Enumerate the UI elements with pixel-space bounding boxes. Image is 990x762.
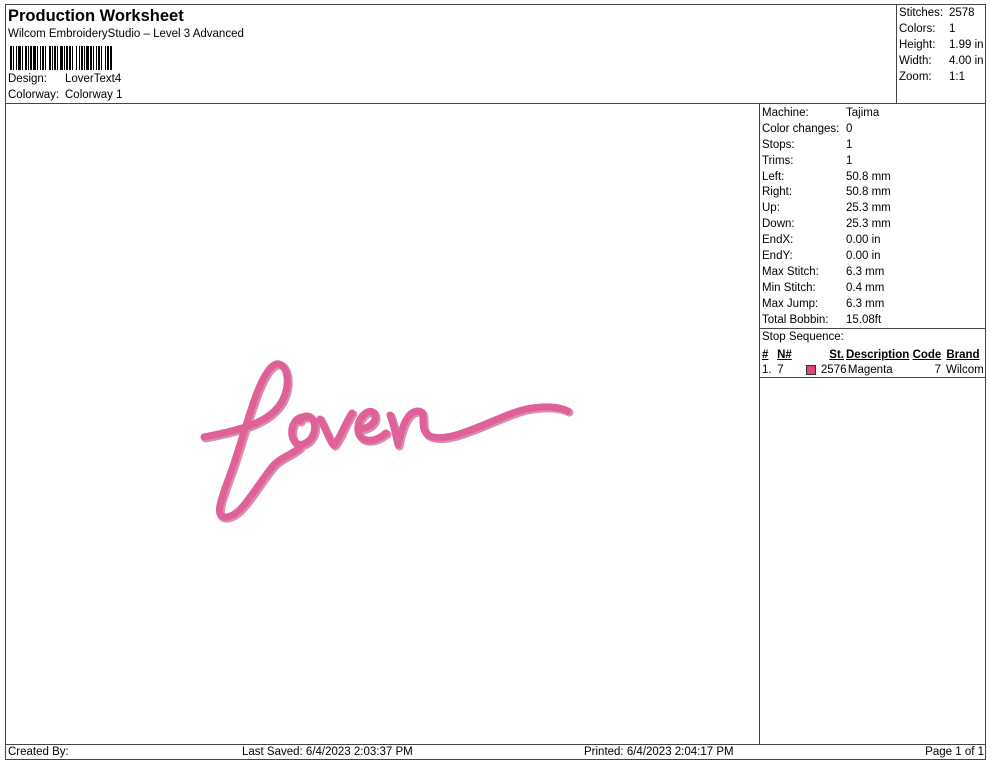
row-description: Magenta xyxy=(847,363,893,376)
stat-label: Height: xyxy=(899,39,936,51)
machine-info-row: EndY: 0.00 in xyxy=(762,249,986,265)
info-label: EndY: xyxy=(762,250,793,263)
design-value: LoverText4 xyxy=(65,73,122,85)
stat-value: 4.00 in xyxy=(949,55,984,67)
info-label: Right: xyxy=(762,186,793,199)
machine-info-row: Stops: 1 xyxy=(762,138,986,154)
info-value: 1 xyxy=(846,138,853,151)
machine-info-row: Left: 50.8 mm xyxy=(762,170,986,186)
worksheet-frame: Production Worksheet Wilcom EmbroiderySt… xyxy=(5,4,986,760)
printed-date: Printed: 6/4/2023 2:04:17 PM xyxy=(584,746,734,758)
info-label: Stops: xyxy=(762,138,795,151)
col-brand: Brand xyxy=(946,348,980,361)
colorway-row: Colorway: Colorway 1 xyxy=(8,89,123,101)
info-value: 6.3 mm xyxy=(846,297,885,310)
machine-info-row: Color changes: 0 xyxy=(762,122,986,138)
machine-info-row: Max Jump: 6.3 mm xyxy=(762,297,986,313)
info-value: 50.8 mm xyxy=(846,186,891,199)
machine-info-row: Trims: 1 xyxy=(762,154,986,170)
info-label: EndX: xyxy=(762,234,794,247)
info-label: Machine: xyxy=(762,107,809,119)
row-brand: Wilcom xyxy=(946,363,984,376)
colorway-label: Colorway: xyxy=(8,89,60,101)
info-label: Max Stitch: xyxy=(762,265,819,278)
stat-label: Width: xyxy=(899,55,932,67)
colorway-value: Colorway 1 xyxy=(65,89,123,101)
info-value: Tajima xyxy=(846,107,880,119)
machine-info-row: EndX: 0.00 in xyxy=(762,233,986,249)
last-saved: Last Saved: 6/4/2023 2:03:37 PM xyxy=(242,746,413,758)
info-label: Color changes: xyxy=(762,122,840,135)
design-stats: Stitches: 2578 Colors: 1 Height: 1.99 in Wi… xyxy=(896,5,986,104)
stat-value: 1.99 in xyxy=(949,39,984,51)
row-num: 1. xyxy=(762,363,772,376)
created-by: Created By: xyxy=(8,746,69,758)
col-stitches: St. xyxy=(829,348,844,361)
stat-label: Colors: xyxy=(899,23,936,35)
color-swatch xyxy=(805,364,816,375)
machine-info-row: Min Stitch: 0.4 mm xyxy=(762,281,986,297)
row-needle: 7 xyxy=(777,363,784,376)
page-title: Production Worksheet xyxy=(8,7,184,25)
info-value: 6.3 mm xyxy=(846,265,885,278)
machine-info-table: Machine: Tajima Color changes: 0 Stops: 1 Trim… xyxy=(760,104,986,330)
info-label: Left: xyxy=(762,170,785,183)
worksheet-footer: Created By: Last Saved: 6/4/2023 2:03:37… xyxy=(6,745,986,760)
stop-sequence-row: 1. 7 2576 Magenta 7 Wilcom xyxy=(762,362,984,377)
stat-row: Stitches: 2578 xyxy=(899,6,986,22)
machine-info-row: Total Bobbin: 15.08ft xyxy=(762,313,986,329)
info-panel: Machine: Tajima Color changes: 0 Stops: 1 Trim… xyxy=(760,104,986,745)
machine-info-row: Up: 25.3 mm xyxy=(762,201,986,217)
row-code: 7 xyxy=(934,363,941,376)
col-description: Description xyxy=(846,348,910,361)
col-code: Code xyxy=(912,348,942,361)
col-num: # xyxy=(762,348,769,361)
stop-sequence-title: Stop Sequence: xyxy=(762,331,844,344)
stat-value: 2578 xyxy=(949,7,975,19)
info-value: 0 xyxy=(846,122,853,135)
info-label: Total Bobbin: xyxy=(762,313,829,326)
design-preview-canvas[interactable] xyxy=(6,104,760,745)
info-label: Max Jump: xyxy=(762,297,819,310)
design-label: Design: xyxy=(8,73,47,85)
design-row: Design: LoverText4 xyxy=(8,73,121,85)
stat-row: Colors: 1 xyxy=(899,22,986,38)
barcode xyxy=(10,46,162,70)
info-label: Down: xyxy=(762,218,795,231)
stat-row: Zoom: 1:1 xyxy=(899,70,986,86)
info-value: 25.3 mm xyxy=(846,218,891,231)
info-label: Trims: xyxy=(762,154,794,167)
col-needle: N# xyxy=(777,348,792,361)
stop-sequence-header: # N# St. Description Code Brand xyxy=(762,347,984,362)
machine-info-row: Right: 50.8 mm xyxy=(762,185,986,201)
machine-info-row: Down: 25.3 mm xyxy=(762,217,986,233)
worksheet-header: Production Worksheet Wilcom EmbroiderySt… xyxy=(6,5,896,104)
machine-info-row: Max Stitch: 6.3 mm xyxy=(762,265,986,281)
info-value: 0.00 in xyxy=(846,250,881,263)
machine-info-row: Machine: Tajima xyxy=(762,106,986,122)
stat-label: Zoom: xyxy=(899,71,932,83)
row-stitches: 2576 xyxy=(820,363,847,376)
stat-row: Width: 4.00 in xyxy=(899,54,986,70)
stat-label: Stitches: xyxy=(899,7,944,19)
info-label: Min Stitch: xyxy=(762,281,816,294)
info-value: 15.08ft xyxy=(846,313,882,326)
info-value: 0.4 mm xyxy=(846,281,885,294)
software-name: Wilcom EmbroideryStudio – Level 3 Advanc… xyxy=(8,28,244,40)
info-value: 1 xyxy=(846,154,853,167)
info-value: 50.8 mm xyxy=(846,170,891,183)
stat-value: 1 xyxy=(949,23,956,35)
info-value: 25.3 mm xyxy=(846,202,891,215)
stat-row: Height: 1.99 in xyxy=(899,38,986,54)
info-value: 0.00 in xyxy=(846,234,881,247)
embroidery-design-preview xyxy=(200,360,574,523)
stat-value: 1:1 xyxy=(949,71,965,83)
stop-sequence: Stop Sequence: # N# St. Description Code… xyxy=(760,329,986,379)
info-label: Up: xyxy=(762,202,780,215)
page-number: Page 1 of 1 xyxy=(925,746,984,758)
